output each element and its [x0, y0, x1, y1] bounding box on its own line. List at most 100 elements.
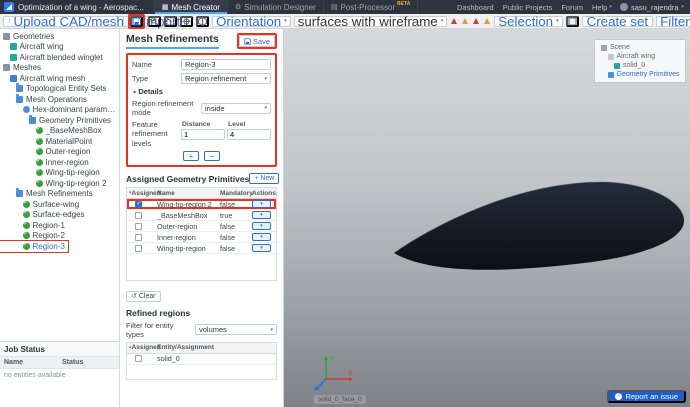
row-checkbox[interactable] — [135, 200, 142, 208]
name-input[interactable] — [181, 59, 271, 70]
row-entity-name: solid_0 — [157, 354, 180, 364]
entity-filter-dropdown[interactable]: volumes — [195, 324, 277, 336]
tree-item[interactable]: Geometry Primitives — [0, 114, 119, 126]
nav-link[interactable]: Help — [592, 3, 612, 12]
app-window: Optimization of a wing - Aerospac... Mes… — [0, 0, 690, 407]
tree-item[interactable]: Region-2 — [0, 231, 119, 242]
assigned-table-row[interactable]: _BaseMeshBox true — [127, 210, 276, 222]
tree-item[interactable]: Aircraft blended winglet — [0, 52, 119, 63]
tree-item-icon — [3, 32, 10, 40]
scene-tree-item[interactable]: solid_0 — [598, 61, 682, 70]
clear-button[interactable]: Clear — [126, 290, 161, 302]
tree-item[interactable]: Aircraft wing — [0, 42, 119, 53]
save-icon[interactable] — [130, 15, 143, 27]
tree-item[interactable]: Wing-tip-region 2 — [0, 178, 119, 189]
zoom-fit-icon[interactable] — [164, 15, 177, 27]
measure-yellow-triangle-icon[interactable] — [484, 18, 491, 24]
tree-item[interactable]: MaterialPoint — [0, 136, 119, 147]
level-input[interactable] — [227, 129, 271, 140]
new-primitive-button[interactable]: + New — [249, 173, 280, 185]
tree-item[interactable]: Hex-dominant parametric - Wing — [0, 105, 119, 116]
refined-assigned-col-header[interactable]: Assigned — [127, 344, 161, 351]
app-logo-icon[interactable] — [4, 2, 14, 12]
remove-row-button[interactable]: − — [204, 151, 220, 162]
tree-item[interactable]: Outer-region — [0, 147, 119, 158]
tree-item[interactable]: Surface-edges — [0, 210, 119, 221]
row-actions-dropdown[interactable] — [252, 233, 271, 242]
tree-item[interactable]: Inner-region — [0, 157, 119, 168]
assigned-col-header[interactable]: Assigned — [127, 190, 161, 197]
row-checkbox[interactable] — [135, 211, 142, 219]
crosshair-icon[interactable] — [180, 15, 193, 27]
clip-plane-yellow-triangle-icon[interactable] — [462, 18, 469, 24]
select-box-icon[interactable] — [565, 15, 579, 27]
main-tab[interactable]: Mesh Creator — [153, 0, 227, 14]
type-row: Type Region refinement — [132, 73, 271, 84]
viewport-3d[interactable]: Scene Aircraft wing solid_0 Geometry Pri… — [284, 29, 690, 407]
assigned-table-row[interactable]: Wing-tip-region 2 false — [127, 199, 276, 211]
user-menu[interactable]: sasu_rajendra — [619, 0, 684, 14]
row-checkbox[interactable] — [135, 233, 142, 241]
refined-table-header: Assigned Entity/Assignment — [127, 342, 276, 354]
assigned-table-row[interactable]: Outer-region false — [127, 221, 276, 233]
tree-item[interactable]: Surface-wing — [0, 199, 119, 210]
tree-item[interactable]: Geometries — [0, 31, 119, 42]
row-actions-dropdown[interactable] — [252, 222, 271, 231]
zoom-in-icon[interactable] — [148, 15, 161, 27]
scene-tree-item[interactable]: Geometry Primitives — [598, 70, 682, 79]
tree-item[interactable]: Mesh Refinements — [0, 188, 119, 200]
main-tab[interactable]: Post-Processor BETA — [322, 0, 419, 14]
tab-icon — [162, 3, 169, 11]
assigned-section-header: Assigned Geometry Primitives + New — [126, 173, 280, 185]
distance-input[interactable] — [181, 129, 225, 140]
tree-item[interactable]: Topological Entity Sets — [0, 83, 119, 95]
row-checkbox[interactable] — [135, 244, 142, 252]
type-dropdown[interactable]: Region refinement — [181, 73, 271, 84]
row-actions-dropdown[interactable] — [252, 244, 271, 253]
scene-tree-item[interactable]: Aircraft wing — [598, 52, 682, 61]
orientation-dropdown[interactable]: Orientation — [212, 14, 291, 29]
entity-name-tag: solid_0_face_0 — [314, 395, 366, 404]
tree-item[interactable]: Wing-tip-region — [0, 168, 119, 179]
row-checkbox[interactable] — [135, 355, 142, 363]
tree-item-label: Topological Entity Sets — [26, 84, 107, 94]
assigned-table-row[interactable]: Wing-tip-region false — [127, 243, 276, 255]
panel-header: Mesh Refinements Save — [126, 33, 277, 49]
row-actions-dropdown[interactable] — [252, 200, 271, 209]
refined-table-row[interactable]: solid_0 — [127, 354, 276, 365]
scene-tree-item[interactable]: Scene — [598, 43, 682, 52]
row-actions-dropdown[interactable] — [252, 211, 271, 220]
tree-item-icon — [9, 53, 17, 61]
tree-item[interactable]: _BaseMeshBox — [0, 126, 119, 137]
mode-dropdown[interactable]: inside — [201, 102, 271, 114]
tree-item[interactable]: Meshes — [0, 63, 119, 74]
create-set-button[interactable]: Create set — [581, 14, 654, 29]
filter-dropdown[interactable]: Filter — [656, 14, 690, 29]
details-toggle[interactable]: Details — [132, 87, 271, 96]
tree-item[interactable]: Region-3 — [0, 240, 69, 253]
cube-view-icon[interactable] — [196, 15, 209, 27]
tree-item[interactable]: Region-1 — [0, 220, 119, 231]
main-tab[interactable]: Simulation Designer — [226, 0, 323, 14]
report-issue-button[interactable]: Report an issue — [607, 390, 686, 403]
clip-plane-red-triangle-icon[interactable] — [451, 18, 458, 24]
add-row-button[interactable]: + — [183, 151, 199, 162]
tree-item[interactable]: Aircraft wing mesh — [0, 73, 119, 84]
tree-item-icon — [22, 231, 30, 240]
save-button[interactable]: Save — [238, 35, 275, 47]
selection-dropdown[interactable]: Selection — [494, 14, 563, 29]
nav-link[interactable]: Forum — [561, 3, 583, 12]
render-mode-dropdown[interactable]: surfaces with wireframe — [293, 14, 448, 29]
nav-link[interactable]: Dashboard — [457, 3, 494, 12]
tree-item[interactable]: Mesh Operations — [0, 93, 119, 105]
assigned-table-row[interactable]: Inner-region false — [127, 232, 276, 244]
upload-cad-button[interactable]: Upload CAD/mesh — [3, 14, 129, 29]
feature-levels-table: Distance Level — [181, 120, 271, 140]
project-title: Optimization of a wing - Aerospac... — [18, 2, 144, 12]
measure-red-triangle-icon[interactable] — [473, 18, 480, 24]
nav-link[interactable]: Public Projects — [503, 3, 553, 12]
tree-item-label: Inner-region — [45, 157, 89, 167]
avatar — [619, 3, 628, 11]
save-toolbar-highlight — [128, 13, 145, 29]
row-checkbox[interactable] — [135, 222, 142, 230]
